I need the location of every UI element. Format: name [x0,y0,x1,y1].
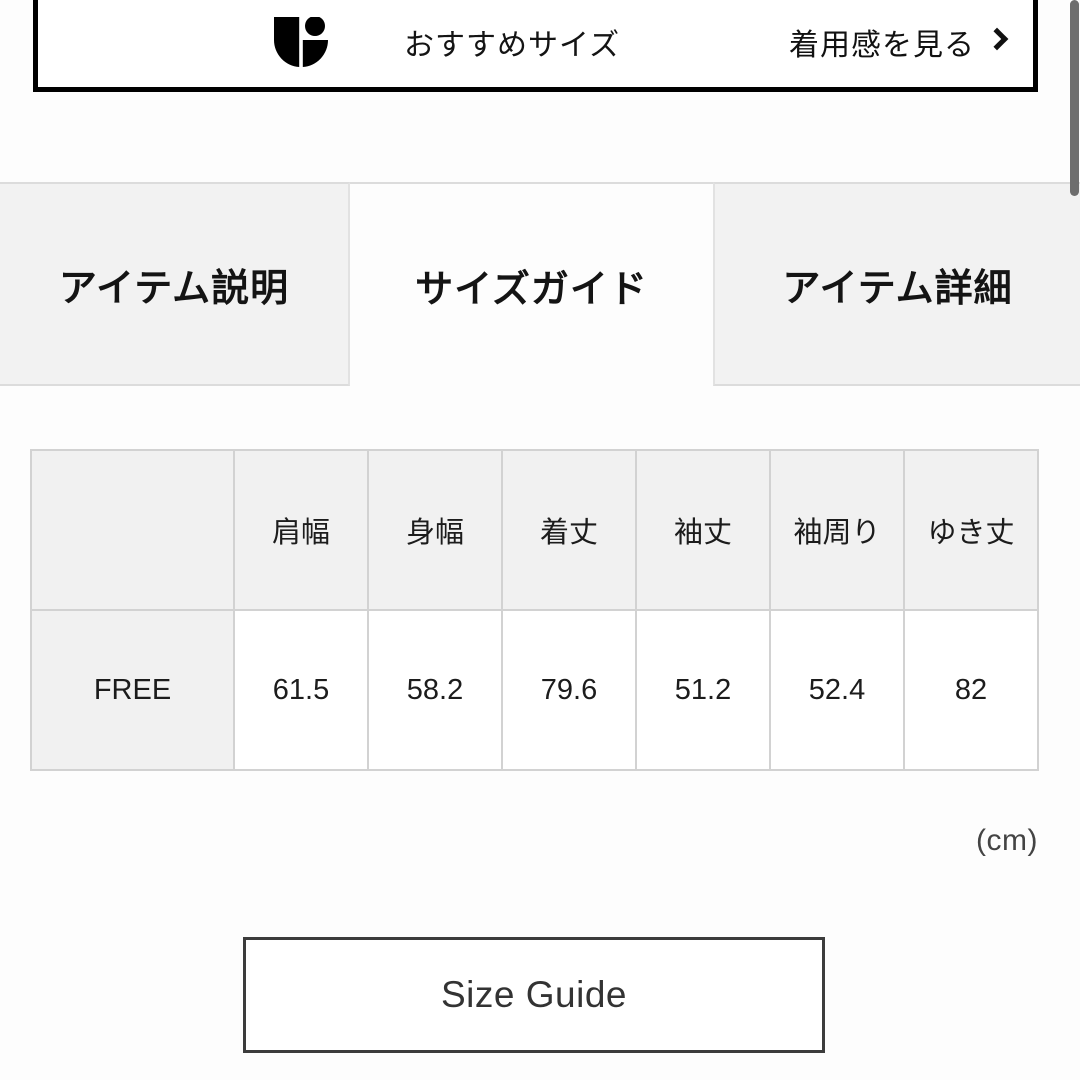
tab-label: サイズガイド [415,268,648,311]
tab-label: アイテム説明 [58,267,290,310]
table-cell-sleeve: 51.2 [635,609,771,771]
table-row: FREE 61.5 58.2 79.6 51.2 52.4 82 [30,609,1039,771]
table-header: 肩幅 身幅 着丈 袖丈 袖周り ゆき丈 [30,449,1039,611]
view-fit-link[interactable]: 着用感を見る [789,20,1009,64]
table-header-cell-chest: 身幅 [367,449,503,611]
table-cell-chest: 58.2 [367,609,503,771]
table-header-cell-sleeve: 袖丈 [635,449,771,611]
table-cell-shoulder: 61.5 [233,609,369,771]
chevron-right-icon [985,27,1009,51]
table-cell-size-name: FREE [30,609,235,771]
size-guide-button-label: Size Guide [441,974,627,1015]
page-scrollbar-track[interactable] [1068,0,1080,1080]
body-measure-icon [272,16,330,67]
view-fit-link-label: 着用感を見る [789,29,975,62]
table-header-cell-length: 着丈 [501,449,637,611]
table-cell-yuki: 82 [903,609,1039,771]
size-measurement-table: 肩幅 身幅 着丈 袖丈 袖周り ゆき丈 FREE 61.5 58.2 79.6 … [30,449,1039,771]
recommended-size-label: おすすめサイズ [404,29,621,62]
tab-size-guide[interactable]: サイズガイド [350,182,713,386]
table-header-cell-blank [30,449,235,611]
table-cell-armhole: 52.4 [769,609,905,771]
measurement-unit-note: (cm) [976,824,1038,857]
tab-label: アイテム詳細 [782,267,1013,310]
table-body: FREE 61.5 58.2 79.6 51.2 52.4 82 [30,609,1039,771]
tab-item-details[interactable]: アイテム詳細 [713,182,1080,386]
size-guide-page: おすすめサイズ 着用感を見る アイテム説明 サイズガイド アイテム詳細 肩幅 身… [0,0,1080,1080]
size-guide-button[interactable]: Size Guide [243,937,825,1053]
tab-bar: アイテム説明 サイズガイド アイテム詳細 [0,182,1080,388]
table-cell-length: 79.6 [501,609,637,771]
table-header-cell-shoulder: 肩幅 [233,449,369,611]
table-header-cell-yuki: ゆき丈 [903,449,1039,611]
page-scrollbar-thumb[interactable] [1070,0,1079,196]
table-header-row: 肩幅 身幅 着丈 袖丈 袖周り ゆき丈 [30,449,1039,611]
recommended-size-card[interactable]: おすすめサイズ 着用感を見る [33,0,1038,92]
tab-item-description[interactable]: アイテム説明 [0,182,350,386]
table-header-cell-armhole: 袖周り [769,449,905,611]
